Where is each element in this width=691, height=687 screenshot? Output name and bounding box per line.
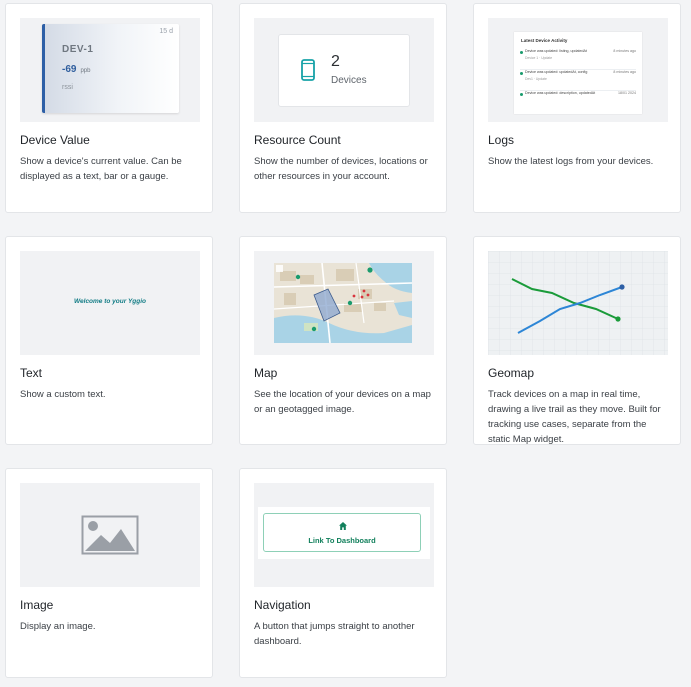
device-value-device-name: DEV-1	[62, 44, 94, 55]
log-time: 18/01 2024	[618, 91, 636, 95]
widget-card-resource-count[interactable]: 2 Devices Resource Count Show the number…	[239, 3, 447, 213]
log-source: Dev1 · Update	[525, 77, 547, 81]
logs-sample-card: Latest Device Activity Device was update…	[514, 32, 642, 114]
widget-card-logs[interactable]: Latest Device Activity Device was update…	[473, 3, 681, 213]
geomap-preview	[488, 251, 668, 355]
widget-description: Show the latest logs from your devices.	[488, 156, 654, 167]
widget-description: A button that jumps straight to another …	[254, 621, 415, 647]
widget-card-geomap[interactable]: Geomap Track devices on a map in real ti…	[473, 236, 681, 445]
widget-description: Track devices on a map in real time, dra…	[488, 389, 661, 445]
map-image	[274, 263, 412, 343]
geomap-trail-image	[488, 251, 668, 355]
widget-description: Show a device's current value. Can be di…	[20, 156, 182, 182]
log-status-dot	[520, 93, 523, 96]
widget-card-navigation[interactable]: Link To Dashboard Navigation A button th…	[239, 468, 447, 678]
log-message: Device was updated: listing, updatedAt	[525, 49, 587, 53]
widget-title: Map	[254, 366, 278, 380]
device-value-number: -69 ppb	[62, 64, 91, 75]
navigation-preview: Link To Dashboard	[254, 483, 434, 587]
image-placeholder-icon	[81, 515, 139, 555]
widget-title: Text	[20, 366, 43, 380]
log-time: 8 minutes ago	[613, 70, 636, 74]
widget-card-device-value[interactable]: 15 d DEV-1 -69 ppb rssi Device Value Show…	[5, 3, 213, 213]
widget-card-image[interactable]: Image Display an image.	[5, 468, 213, 678]
map-preview	[254, 251, 434, 355]
logs-preview: Latest Device Activity Device was update…	[488, 18, 668, 122]
resource-count-sample-card: 2 Devices	[278, 34, 410, 107]
home-icon	[339, 522, 347, 530]
logs-heading: Latest Device Activity	[521, 38, 568, 43]
text-preview-content: Welcome to your Yggio	[74, 298, 146, 305]
device-value-unit: ppb	[80, 68, 91, 74]
resource-count-preview: 2 Devices	[254, 18, 434, 122]
navigation-sample-card: Link To Dashboard	[258, 507, 430, 559]
device-value-time: 15 d	[159, 28, 173, 35]
log-message: Device was updated: description, updated…	[525, 91, 596, 95]
widget-title: Navigation	[254, 598, 311, 612]
log-row: Device was updated: updatedAt, config 8 …	[520, 70, 636, 91]
widget-description: See the location of your devices on a ma…	[254, 389, 431, 415]
resource-count-number: 2	[331, 53, 340, 70]
log-time: 8 minutes ago	[613, 49, 636, 53]
device-value-sample-card: 15 d DEV-1 -69 ppb rssi	[42, 24, 179, 113]
widget-title: Resource Count	[254, 133, 341, 147]
device-value-field: rssi	[62, 84, 73, 91]
image-preview	[20, 483, 200, 587]
navigation-button-label: Link To Dashboard	[308, 536, 376, 545]
widget-title: Device Value	[20, 133, 90, 147]
link-to-dashboard-button: Link To Dashboard	[263, 513, 421, 552]
widget-title: Image	[20, 598, 54, 612]
log-row: Device was updated: description, updated…	[520, 91, 636, 111]
log-status-dot	[520, 51, 523, 54]
log-source: Device 1 · Update	[525, 56, 553, 60]
log-row: Device was updated: listing, updatedAt 8…	[520, 49, 636, 70]
device-value-preview: 15 d DEV-1 -69 ppb rssi	[20, 18, 200, 122]
resource-count-label: Devices	[331, 75, 367, 86]
widget-description: Show a custom text.	[20, 389, 106, 400]
widget-card-map[interactable]: Map See the location of your devices on …	[239, 236, 447, 445]
mobile-device-icon	[301, 59, 315, 81]
widget-title: Logs	[488, 133, 515, 147]
text-preview: Welcome to your Yggio	[20, 251, 200, 355]
widget-description: Show the number of devices, locations or…	[254, 156, 428, 182]
widget-card-text[interactable]: Welcome to your Yggio Text Show a custom…	[5, 236, 213, 445]
log-status-dot	[520, 72, 523, 75]
widget-title: Geomap	[488, 366, 535, 380]
widget-description: Display an image.	[20, 621, 96, 632]
log-message: Device was updated: updatedAt, config	[525, 70, 588, 74]
